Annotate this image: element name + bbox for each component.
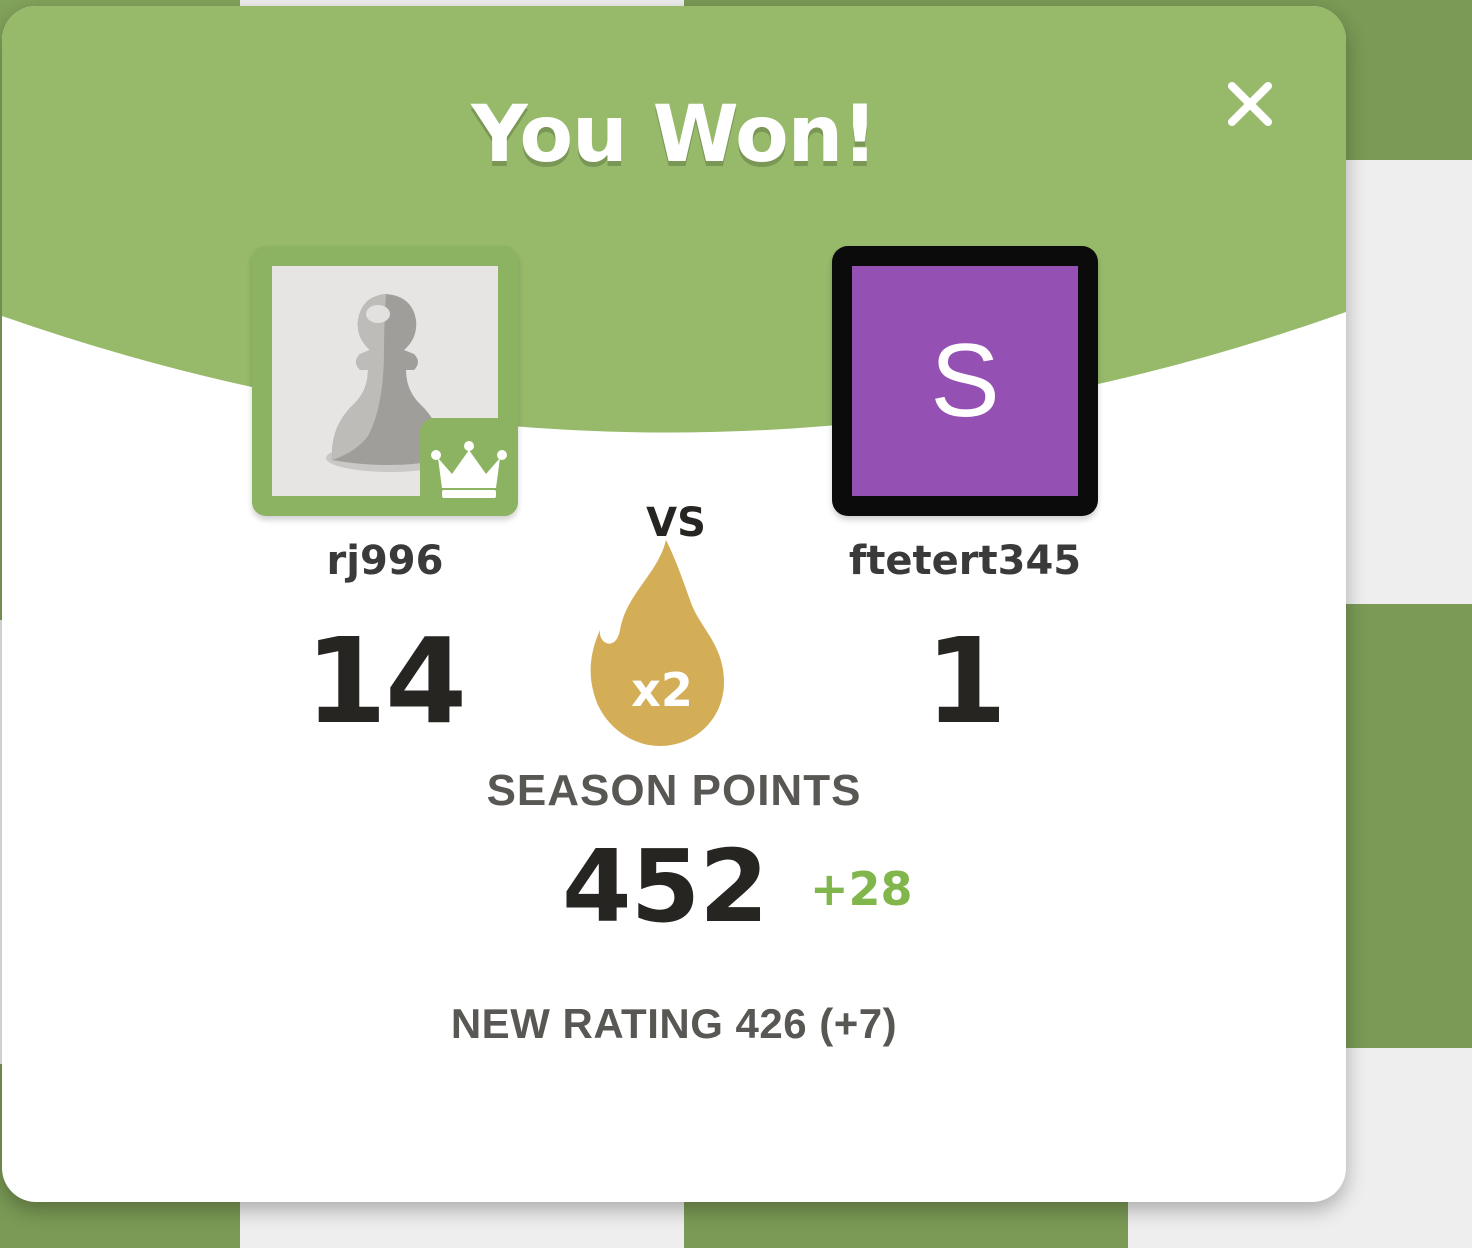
season-points-delta: +28: [810, 862, 913, 916]
season-points-label: SEASON POINTS: [486, 766, 862, 815]
modal-title: You Won!: [471, 90, 878, 180]
new-rating: NEW RATING 426 (+7): [450, 1000, 898, 1047]
crown-icon: [431, 441, 507, 498]
flame-icon: x2: [590, 540, 724, 746]
player-score-left: 14: [304, 612, 467, 750]
close-button[interactable]: [1218, 72, 1282, 136]
close-icon: [1228, 82, 1272, 126]
player-username-left[interactable]: rj996: [225, 538, 545, 584]
streak-multiplier: x2: [631, 663, 693, 717]
versus-label: VS: [646, 500, 706, 546]
avatar-letter: S: [852, 266, 1078, 496]
player-score-right: 1: [924, 612, 1007, 750]
winner-badge: [420, 418, 518, 516]
player-username-right[interactable]: ftetert345: [805, 538, 1125, 584]
header-background: [2, 6, 1346, 433]
player-avatar-right[interactable]: S: [832, 246, 1098, 516]
player-avatar-left[interactable]: [252, 246, 518, 516]
season-points-value: 452: [562, 828, 769, 945]
game-over-modal: You Won! S rj996 ftetert345 x2 VS 14 1 S…: [2, 6, 1346, 1202]
